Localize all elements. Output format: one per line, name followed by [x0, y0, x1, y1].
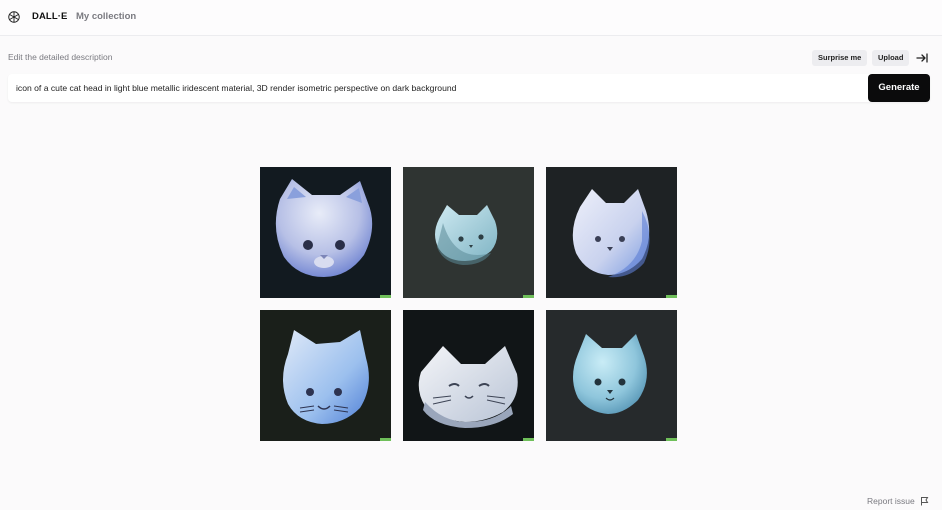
- cat-render-image: [572, 189, 677, 298]
- cat-render-image: [418, 346, 534, 441]
- top-bar: DALL·E My collection: [0, 0, 942, 36]
- brand-title[interactable]: DALL·E: [32, 11, 67, 22]
- cat-render-image: [275, 179, 391, 298]
- nav-my-collection[interactable]: My collection: [76, 11, 136, 22]
- prompt-container: Generate: [8, 74, 930, 102]
- result-image-3[interactable]: [546, 167, 677, 298]
- result-image-2[interactable]: [403, 167, 534, 298]
- result-image-5[interactable]: [403, 310, 534, 441]
- cat-render-image: [573, 334, 677, 441]
- generate-button[interactable]: Generate: [868, 74, 930, 102]
- prompt-input[interactable]: [8, 74, 868, 102]
- result-image-1[interactable]: [260, 167, 391, 298]
- cat-render-image: [283, 330, 391, 441]
- cat-render-image: [435, 205, 534, 298]
- result-image-4[interactable]: [260, 310, 391, 441]
- surprise-me-button[interactable]: Surprise me: [812, 50, 868, 66]
- result-image-6[interactable]: [546, 310, 677, 441]
- upload-button[interactable]: Upload: [872, 50, 910, 66]
- openai-logo-icon[interactable]: [7, 10, 21, 24]
- report-issue-link[interactable]: Report issue: [867, 496, 915, 506]
- description-label: Edit the detailed description: [8, 52, 113, 62]
- arrow-collapse-icon[interactable]: [915, 51, 929, 65]
- flag-icon[interactable]: [920, 496, 929, 506]
